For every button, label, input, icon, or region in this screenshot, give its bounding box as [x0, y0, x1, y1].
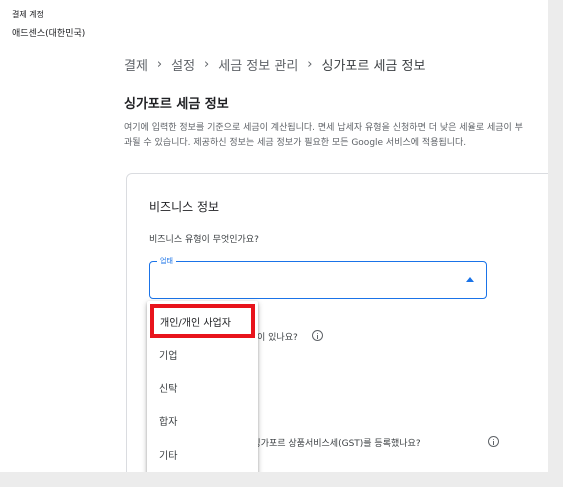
page-title: 싱가포르 세금 정보	[124, 97, 229, 112]
card-title: 비즈니스 정보	[149, 200, 220, 214]
menu-item-corporation[interactable]: 기업	[147, 338, 258, 371]
menu-item-trust[interactable]: 신탁	[147, 371, 258, 404]
business-type-select[interactable]: 업태	[149, 256, 487, 299]
account-label: 결제 계정	[12, 10, 44, 19]
arrow-up-icon[interactable]	[466, 277, 474, 282]
account-name[interactable]: 애드센스(대한민국)	[12, 26, 85, 39]
breadcrumb: 결제 › 설정 › 세금 정보 관리 › 싱가포르 세금 정보	[124, 55, 425, 74]
menu-item-partnership[interactable]: 합자	[147, 404, 258, 437]
partial-question-text: 이 있나요?	[257, 333, 298, 343]
breadcrumb-current: 싱가포르 세금 정보	[321, 59, 426, 74]
breadcrumb-separator-icon: ›	[204, 57, 210, 72]
breadcrumb-tax-info-manage[interactable]: 세금 정보 관리	[218, 55, 298, 74]
select-floating-label: 업태	[157, 256, 176, 266]
business-type-question: 비즈니스 유형이 무엇인가요?	[149, 235, 259, 245]
business-type-dropdown-menu: 개인/개인 사업자 기업 신탁 합자 기타	[147, 301, 258, 472]
page-description: 여기에 입력한 정보를 기준으로 세금이 계산됩니다. 면세 납세자 유형을 신…	[124, 123, 523, 148]
page-canvas: 결제 계정 애드센스(대한민국) 결제 › 설정 › 세금 정보 관리 › 싱가…	[0, 0, 548, 472]
breadcrumb-settings[interactable]: 설정	[171, 55, 195, 74]
menu-item-individual[interactable]: 개인/개인 사업자	[150, 304, 255, 338]
breadcrumb-separator-icon: ›	[156, 57, 163, 72]
info-icon[interactable]	[312, 330, 323, 341]
info-icon[interactable]	[488, 436, 499, 447]
breadcrumb-separator-icon: ›	[307, 57, 313, 72]
menu-item-other[interactable]: 기타	[147, 438, 258, 471]
breadcrumb-billing[interactable]: 결제	[124, 55, 148, 74]
gst-question-text: 따라 싱가포르 상품서비스세(GST)를 등록했나요?	[233, 439, 421, 449]
